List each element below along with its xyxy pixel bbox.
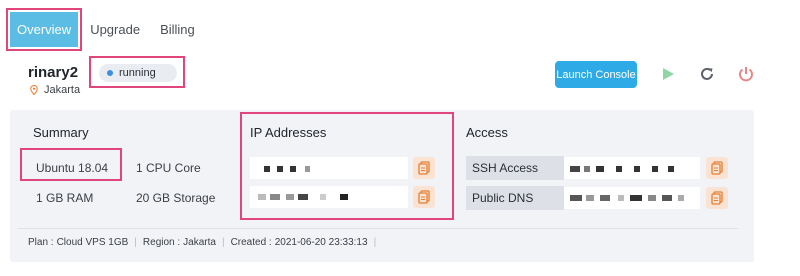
cpu-value: 1 CPU Core	[136, 161, 201, 175]
summary-title: Summary	[33, 125, 89, 140]
location-label: Jakarta	[44, 84, 81, 96]
footer-separator: |	[373, 237, 377, 248]
public-dns-label: Public DNS	[466, 186, 564, 210]
region-value: Jakarta	[183, 237, 216, 248]
copy-icon	[711, 161, 723, 175]
ssh-access-field	[564, 157, 700, 179]
launch-console-button[interactable]: Launch Console	[555, 61, 637, 88]
server-meta-footer: Plan : Cloud VPS 1GB | Region : Jakarta …	[28, 237, 382, 248]
server-location: Jakarta	[30, 84, 80, 96]
access-title: Access	[466, 125, 508, 140]
ram-value: 1 GB RAM	[36, 191, 94, 205]
tab-overview[interactable]: Overview	[10, 11, 79, 47]
copy-icon	[418, 161, 430, 175]
ipv6-field	[250, 186, 408, 208]
ipv4-field	[250, 157, 408, 179]
region-label: Region :	[142, 237, 181, 248]
tab-billing[interactable]: Billing	[160, 22, 195, 37]
copy-dns-button[interactable]	[706, 187, 728, 209]
plan-label: Plan :	[28, 237, 54, 248]
copy-icon	[711, 191, 723, 205]
status-badge: running	[99, 64, 177, 82]
status-label: running	[119, 67, 156, 79]
copy-ipv6-button[interactable]	[413, 186, 435, 208]
panel-divider	[18, 228, 738, 229]
tab-upgrade[interactable]: Upgrade	[90, 22, 140, 37]
server-name: rinary2	[28, 64, 79, 81]
copy-icon	[418, 190, 430, 204]
status-highlight: running	[89, 56, 185, 88]
created-label: Created :	[230, 237, 272, 248]
footer-separator: |	[134, 237, 137, 248]
storage-value: 20 GB Storage	[136, 191, 216, 205]
os-value: Ubuntu 18.04	[36, 161, 109, 175]
status-dot-icon	[107, 70, 113, 76]
ip-addresses-title: IP Addresses	[250, 125, 327, 140]
footer-separator: |	[221, 237, 225, 248]
public-dns-field	[564, 187, 700, 209]
copy-ssh-button[interactable]	[706, 157, 728, 179]
power-icon[interactable]	[736, 64, 756, 84]
ssh-access-label: SSH Access	[466, 156, 564, 180]
plan-value: Cloud VPS 1GB	[56, 237, 129, 248]
created-value: 2021-06-20 23:33:13	[274, 237, 368, 248]
location-pin-icon	[30, 85, 38, 95]
copy-ipv4-button[interactable]	[413, 157, 435, 179]
play-icon[interactable]	[658, 64, 678, 84]
tab-bar: Overview Upgrade Billing	[10, 10, 215, 48]
restart-icon[interactable]	[697, 64, 717, 84]
